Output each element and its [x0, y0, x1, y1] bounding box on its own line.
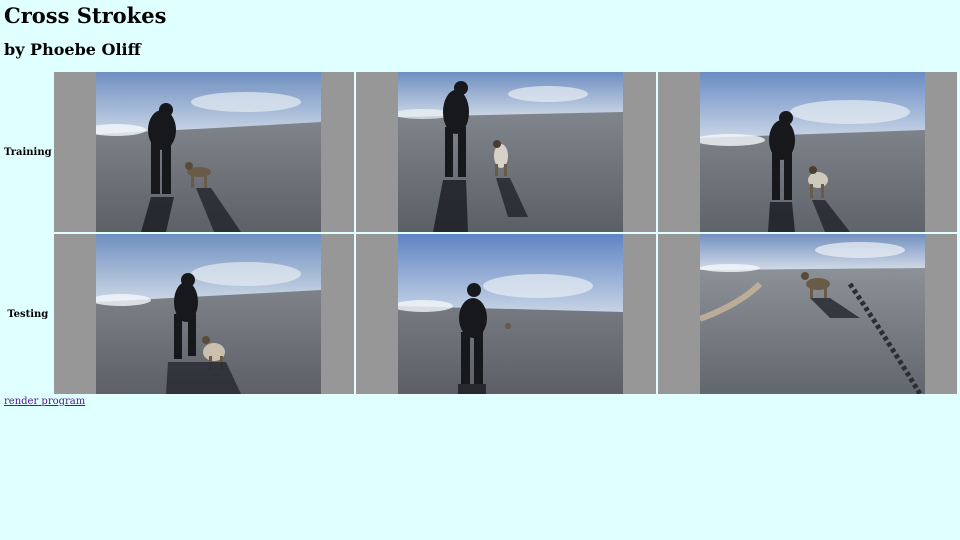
testing-image-3: [657, 234, 957, 394]
testing-image-2: [355, 234, 656, 394]
testing-image-1: [53, 234, 354, 394]
training-image-1: [53, 72, 354, 232]
training-image-3: [657, 72, 957, 232]
training-row: Training: [4, 72, 957, 232]
page: Cross Strokes by Phoebe Oliff Training T…: [0, 0, 960, 540]
row-label-training: Training: [4, 146, 52, 158]
render-program-link[interactable]: render program: [4, 396, 85, 407]
image-grid: Training Testing: [2, 70, 959, 396]
page-title: Cross Strokes: [4, 3, 167, 28]
testing-row: Testing: [4, 234, 957, 394]
author-byline: by Phoebe Oliff: [4, 40, 141, 59]
training-image-2: [355, 72, 656, 232]
row-label-testing: Testing: [7, 308, 49, 320]
